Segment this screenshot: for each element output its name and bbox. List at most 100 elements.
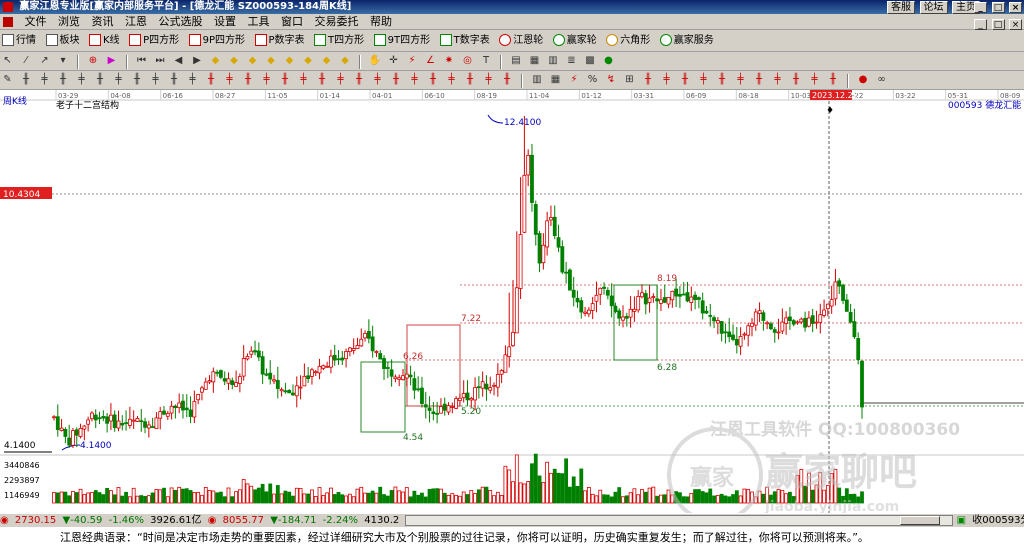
menu-tools[interactable]: 工具: [244, 14, 274, 30]
cursor-tool-icon[interactable]: ↖: [1, 55, 14, 68]
fan-tool-icon[interactable]: ✷: [443, 55, 456, 68]
bar-icon-9[interactable]: ╫: [168, 74, 181, 87]
arrow-tool-icon[interactable]: ↗: [38, 55, 51, 68]
toolbar-p-square[interactable]: P四方形: [127, 31, 179, 50]
series-icon-10[interactable]: ╪: [697, 74, 710, 87]
series-icon-6[interactable]: ⊞: [623, 74, 636, 87]
scrollbar-thumb[interactable]: [900, 516, 941, 525]
menu-browse[interactable]: 浏览: [54, 14, 84, 30]
close-button[interactable]: ×: [1009, 2, 1022, 13]
diamond-2-icon[interactable]: ◆: [228, 55, 241, 68]
toolbar-winner-service[interactable]: 赢家服务: [658, 31, 714, 50]
list-tool-icon[interactable]: ≣: [565, 55, 578, 68]
toolbar-hexagon[interactable]: 六角形: [604, 31, 650, 50]
bar-icon-17[interactable]: ╫: [316, 74, 329, 87]
minimize-button[interactable]: _: [974, 2, 988, 13]
series-icon-11[interactable]: ╫: [716, 74, 729, 87]
bar-icon-20[interactable]: ╪: [371, 74, 384, 87]
bar-icon-26[interactable]: ╪: [482, 74, 495, 87]
bar-icon-4[interactable]: ╪: [75, 74, 88, 87]
toolbar-winner-wheel[interactable]: 赢家轮: [551, 31, 597, 50]
right-icon[interactable]: ▶: [191, 55, 204, 68]
diamond-4-icon[interactable]: ◆: [265, 55, 278, 68]
menu-formula-screener[interactable]: 公式选股: [155, 14, 207, 30]
series-icon-7[interactable]: ╫: [642, 74, 655, 87]
bar-icon-22[interactable]: ╪: [408, 74, 421, 87]
bar-icon-8[interactable]: ╪: [149, 74, 162, 87]
toolbar-gann-wheel[interactable]: 江恩轮: [497, 31, 543, 50]
bar-icon-18[interactable]: ╪: [334, 74, 347, 87]
chart-tool-icon[interactable]: ▥: [547, 55, 560, 68]
series-icon-16[interactable]: ╪: [808, 74, 821, 87]
diamond-8-icon[interactable]: ◆: [339, 55, 352, 68]
text-tool-icon[interactable]: T: [480, 55, 493, 68]
toolbar-9t-square[interactable]: 9T四方形: [372, 31, 430, 50]
kline-chart-panel[interactable]: 03-29 04-08 06-16 08-27 11-05 01-14 04-01 06-10…: [0, 90, 1024, 513]
flag-tool-icon[interactable]: ▶: [105, 55, 118, 68]
grid-tool-icon[interactable]: ▩: [584, 55, 597, 68]
bar-icon-16[interactable]: ╪: [297, 74, 310, 87]
toolbar-t-square[interactable]: T四方形: [312, 31, 364, 50]
menu-settings[interactable]: 设置: [210, 14, 240, 30]
doc-close-button[interactable]: ×: [1009, 19, 1022, 30]
bar-icon-23[interactable]: ╫: [427, 74, 440, 87]
series-icon-17[interactable]: ╫: [827, 74, 840, 87]
menu-trading[interactable]: 交易委托: [311, 14, 363, 30]
bar-icon-13[interactable]: ╫: [242, 74, 255, 87]
bar-icon-2[interactable]: ╪: [38, 74, 51, 87]
bar-icon-1[interactable]: ╫: [20, 74, 33, 87]
toolbar-p-table[interactable]: P数字表: [253, 31, 305, 50]
diamond-1-icon[interactable]: ◆: [209, 55, 222, 68]
menu-file[interactable]: 文件: [21, 14, 51, 30]
pencil-icon[interactable]: ✎: [1, 74, 14, 87]
bar-icon-11[interactable]: ╫: [205, 74, 218, 87]
table-tool-icon[interactable]: ▦: [528, 55, 541, 68]
diamond-6-icon[interactable]: ◆: [302, 55, 315, 68]
series-icon-8[interactable]: ╪: [660, 74, 673, 87]
bar-icon-27[interactable]: ╫: [501, 74, 514, 87]
link-customer-service[interactable]: 客服: [887, 1, 916, 14]
menu-gann[interactable]: 江恩: [121, 14, 151, 30]
bar-icon-21[interactable]: ╫: [390, 74, 403, 87]
info-tool-icon[interactable]: ●: [602, 55, 615, 68]
link-forum[interactable]: 论坛: [919, 1, 948, 14]
series-icon-14[interactable]: ╪: [771, 74, 784, 87]
line-tool-icon[interactable]: ⁄: [20, 55, 33, 68]
doc-minimize-button[interactable]: _: [974, 19, 987, 30]
bar-icon-6[interactable]: ╪: [112, 74, 125, 87]
series-icon-13[interactable]: ╫: [753, 74, 766, 87]
bar-icon-5[interactable]: ╫: [94, 74, 107, 87]
angle-tool-icon[interactable]: ∠: [424, 55, 437, 68]
toolbar-t-table[interactable]: T数字表: [438, 31, 490, 50]
menu-help[interactable]: 帮助: [366, 14, 396, 30]
series-icon-9[interactable]: ╫: [679, 74, 692, 87]
cycle-tool-icon[interactable]: ◎: [461, 55, 474, 68]
toolbar-9p-square[interactable]: 9P四方形: [187, 31, 245, 50]
dropdown-icon[interactable]: ▾: [57, 55, 70, 68]
toolbar-kline[interactable]: K线: [87, 31, 120, 50]
bar-icon-10[interactable]: ╪: [186, 74, 199, 87]
diamond-7-icon[interactable]: ◆: [320, 55, 333, 68]
bar-icon-3[interactable]: ╫: [57, 74, 70, 87]
kline-chart[interactable]: 03-29 04-08 06-16 08-27 11-05 01-14 04-01 06-10…: [0, 90, 1024, 513]
first-icon[interactable]: ⏮: [135, 55, 148, 68]
bar-icon-14[interactable]: ╪: [260, 74, 273, 87]
infinity-icon[interactable]: ∞: [875, 74, 888, 87]
toolbar-sectors[interactable]: 板块: [44, 31, 80, 50]
maximize-button[interactable]: □: [991, 2, 1005, 13]
menu-window[interactable]: 窗口: [277, 14, 307, 30]
bar-icon-15[interactable]: ╫: [279, 74, 292, 87]
bar-icon-24[interactable]: ╪: [445, 74, 458, 87]
fibonacci-tool-icon[interactable]: ⚡: [406, 55, 419, 68]
series-icon-2[interactable]: ▦: [549, 74, 562, 87]
series-icon-4[interactable]: %: [586, 74, 599, 87]
left-icon[interactable]: ◀: [172, 55, 185, 68]
last-icon[interactable]: ⏭: [154, 55, 167, 68]
crosshair-tool-icon[interactable]: ✛: [387, 55, 400, 68]
chart-scrollbar[interactable]: [405, 515, 954, 526]
menu-info[interactable]: 资讯: [88, 14, 118, 30]
series-icon-12[interactable]: ╪: [734, 74, 747, 87]
doc-restore-button[interactable]: □: [991, 19, 1005, 30]
diamond-5-icon[interactable]: ◆: [283, 55, 296, 68]
bar-icon-7[interactable]: ╫: [131, 74, 144, 87]
